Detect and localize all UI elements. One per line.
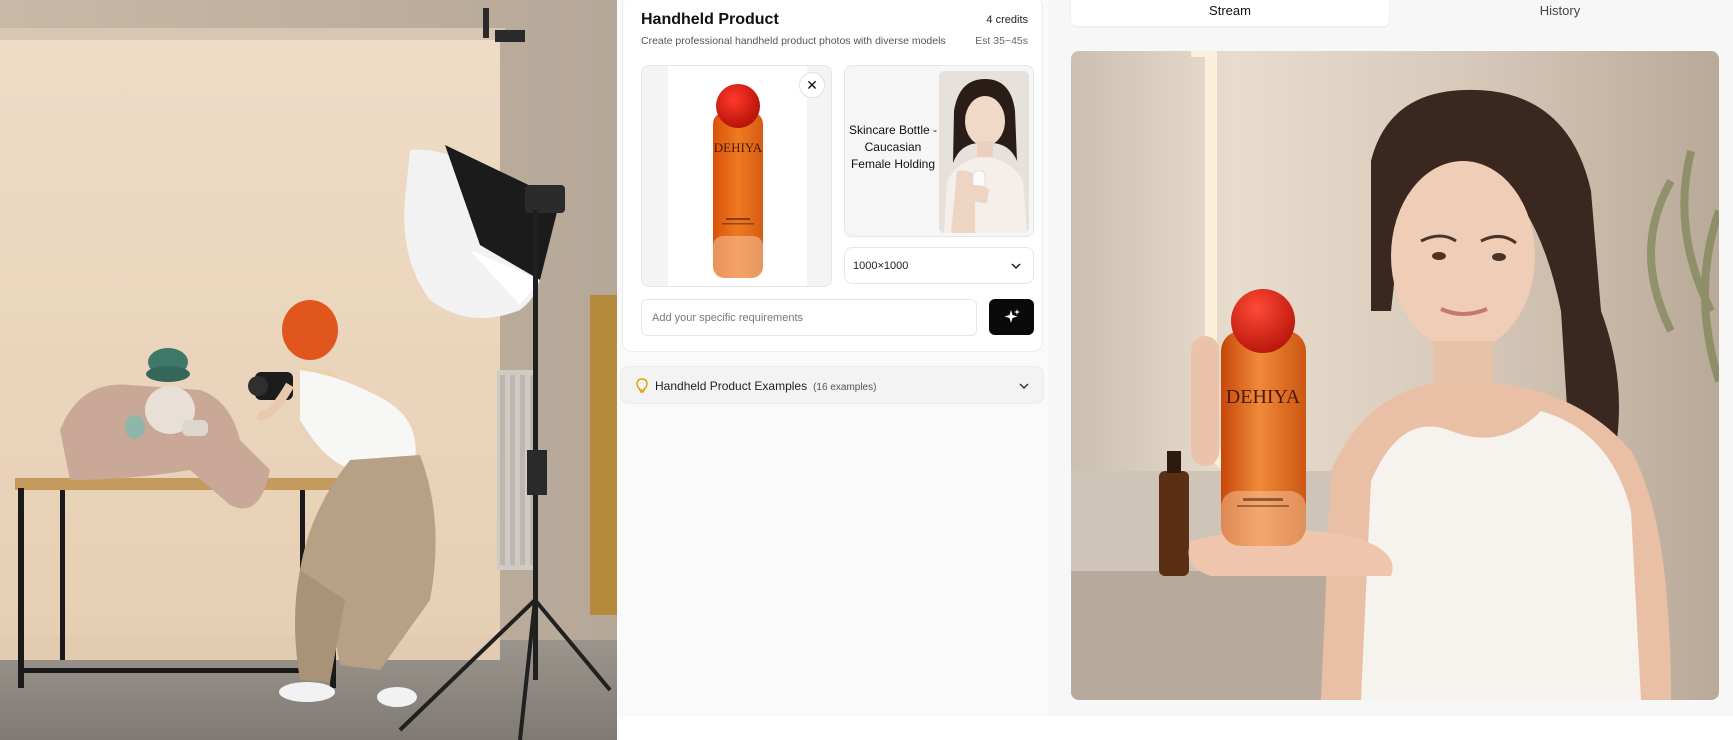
remove-product-button[interactable]: ✕	[799, 72, 825, 98]
examples-title: Handheld Product Examples (16 examples)	[655, 379, 876, 393]
lightbulb-icon	[636, 378, 648, 393]
chevron-down-icon	[1011, 263, 1021, 270]
examples-accordion[interactable]: Handheld Product Examples (16 examples)	[620, 366, 1044, 404]
tab-history[interactable]: History	[1401, 0, 1719, 26]
product-image-upload[interactable]: DEHIYA ✕	[641, 65, 832, 287]
output-size-select[interactable]: 1000×1000	[844, 247, 1034, 284]
panel-description: Create professional handheld product pho…	[641, 35, 946, 47]
product-image: DEHIYA	[668, 66, 807, 286]
requirements-input[interactable]	[641, 299, 977, 336]
model-template-card[interactable]: Skincare Bottle - Caucasian Female Holdi…	[844, 65, 1034, 237]
handheld-product-card: Handheld Product 4 credits Create profes…	[622, 0, 1043, 352]
results-tabs: Stream History	[1071, 0, 1719, 28]
credits-label: 4 credits	[986, 14, 1028, 26]
generator-panel: Handheld Product 4 credits Create profes…	[617, 0, 1049, 716]
tab-stream[interactable]: Stream	[1071, 0, 1389, 26]
result-brand-text: DEHIYA	[1226, 386, 1301, 408]
sparkle-icon	[1004, 309, 1020, 323]
app-root: Handheld Product 4 credits Create profes…	[0, 0, 1733, 740]
model-thumbnail	[939, 71, 1029, 233]
generated-result-image[interactable]: DEHIYA	[1071, 51, 1719, 700]
generate-button[interactable]	[989, 299, 1034, 335]
size-select-value: 1000×1000	[853, 259, 909, 272]
close-icon: ✕	[806, 76, 818, 93]
product-brand-text: DEHIYA	[714, 140, 763, 155]
model-template-label: Skincare Bottle - Caucasian Female Holdi…	[848, 123, 938, 171]
examples-title-text: Handheld Product Examples	[655, 379, 808, 393]
examples-count: (16 examples)	[813, 382, 877, 393]
time-estimate: Est 35~45s	[975, 35, 1028, 47]
panel-title: Handheld Product	[641, 11, 779, 28]
chevron-down-icon	[1019, 383, 1029, 390]
hero-studio-image	[0, 0, 617, 740]
results-panel: Stream History DEHIYA	[1049, 0, 1733, 716]
